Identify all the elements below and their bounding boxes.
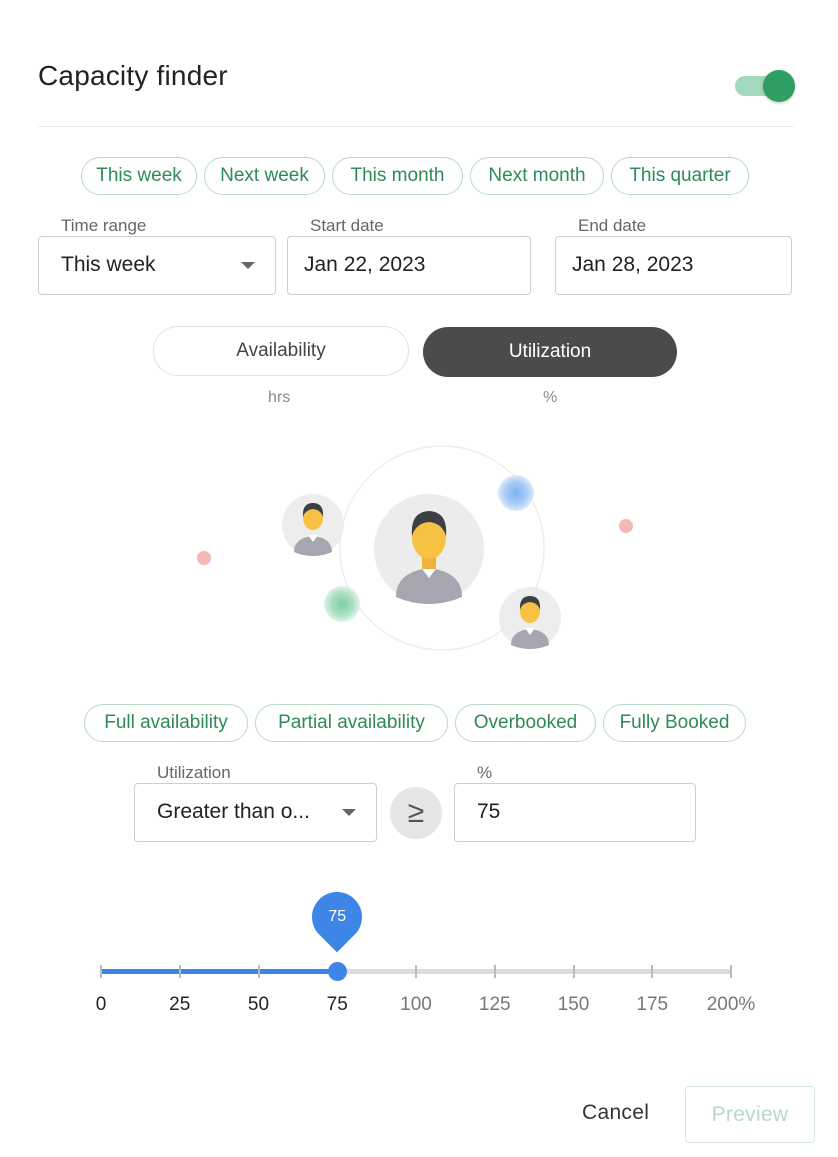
slider-tick-label: 100 bbox=[400, 994, 432, 1015]
time-range-label: Time range bbox=[55, 216, 153, 236]
slider-tick-label: 75 bbox=[326, 994, 348, 1015]
availability-unit: hrs bbox=[268, 389, 291, 406]
capacity-finder-toggle[interactable] bbox=[735, 70, 795, 102]
slider-tick bbox=[651, 965, 654, 978]
slider-tick bbox=[100, 965, 102, 978]
blue-dot bbox=[498, 475, 534, 511]
chevron-down-icon bbox=[342, 809, 356, 816]
time-range-select[interactable]: Time range This week bbox=[38, 216, 276, 295]
availability-button[interactable]: Availability bbox=[153, 326, 409, 376]
toggle-knob bbox=[763, 70, 795, 102]
avatar-main bbox=[374, 494, 484, 604]
start-date-label: Start date bbox=[304, 216, 390, 236]
chip-partial-availability[interactable]: Partial availability bbox=[255, 704, 448, 742]
green-dot bbox=[324, 586, 360, 622]
time-range-value: This week bbox=[61, 253, 156, 276]
team-illustration bbox=[197, 445, 633, 651]
slider-tick-label: 0 bbox=[95, 994, 107, 1015]
slider-tick-label: 175 bbox=[636, 994, 669, 1015]
slider-tick bbox=[178, 965, 181, 978]
chip-overbooked[interactable]: Overbooked bbox=[455, 704, 596, 742]
start-date-field[interactable]: Start date Jan 22, 2023 bbox=[287, 216, 531, 295]
page-title: Capacity finder bbox=[38, 60, 228, 91]
chip-this-week[interactable]: This week bbox=[81, 157, 197, 195]
slider-fill bbox=[101, 969, 338, 974]
slider-tick-label: 50 bbox=[247, 994, 270, 1015]
end-date-field[interactable]: End date Jan 28, 2023 bbox=[555, 216, 792, 295]
chevron-down-icon bbox=[241, 262, 255, 269]
avatar-left bbox=[282, 494, 344, 556]
utilization-slider[interactable]: 75 0 25 50 75 100 125 150 175 200% bbox=[96, 881, 755, 1020]
utilization-value: 75 bbox=[477, 800, 501, 823]
red-dot bbox=[619, 519, 633, 533]
slider-tick bbox=[415, 965, 417, 978]
end-date-value: Jan 28, 2023 bbox=[572, 253, 694, 276]
slider-tick bbox=[493, 965, 496, 978]
utilization-unit: % bbox=[543, 389, 558, 406]
slider-tick bbox=[730, 965, 732, 978]
red-dot bbox=[197, 551, 211, 565]
greater-equal-icon: ≥ bbox=[390, 787, 442, 839]
start-date-value: Jan 22, 2023 bbox=[304, 253, 426, 276]
slider-value-label: 75 bbox=[328, 908, 347, 925]
chip-this-quarter[interactable]: This quarter bbox=[611, 157, 749, 195]
preview-button[interactable]: Preview bbox=[685, 1086, 815, 1143]
utilization-operator-label: Utilization bbox=[151, 763, 237, 783]
cancel-button[interactable]: Cancel bbox=[582, 1101, 649, 1125]
slider-tick-label: 150 bbox=[557, 994, 590, 1015]
chip-fully-booked[interactable]: Fully Booked bbox=[603, 704, 746, 742]
chip-full-availability[interactable]: Full availability bbox=[84, 704, 248, 742]
chip-next-week[interactable]: Next week bbox=[204, 157, 325, 195]
slider-tick-label: 125 bbox=[478, 994, 511, 1015]
slider-tick bbox=[257, 965, 260, 978]
utilization-operator-value: Greater than o... bbox=[157, 800, 310, 823]
utilization-value-label: % bbox=[471, 763, 499, 783]
utilization-value-input[interactable]: % 75 bbox=[454, 763, 696, 842]
end-date-label: End date bbox=[572, 216, 653, 236]
slider-tick-label: 25 bbox=[169, 994, 191, 1015]
chip-next-month[interactable]: Next month bbox=[470, 157, 604, 195]
utilization-operator-select[interactable]: Utilization Greater than o... bbox=[134, 763, 377, 842]
chip-this-month[interactable]: This month bbox=[332, 157, 463, 195]
header-divider bbox=[38, 126, 794, 127]
avatar-right bbox=[499, 587, 561, 649]
slider-tick bbox=[572, 965, 575, 978]
slider-tick-label: 200% bbox=[706, 994, 756, 1015]
utilization-button[interactable]: Utilization bbox=[423, 327, 677, 377]
slider-thumb[interactable] bbox=[328, 962, 348, 981]
